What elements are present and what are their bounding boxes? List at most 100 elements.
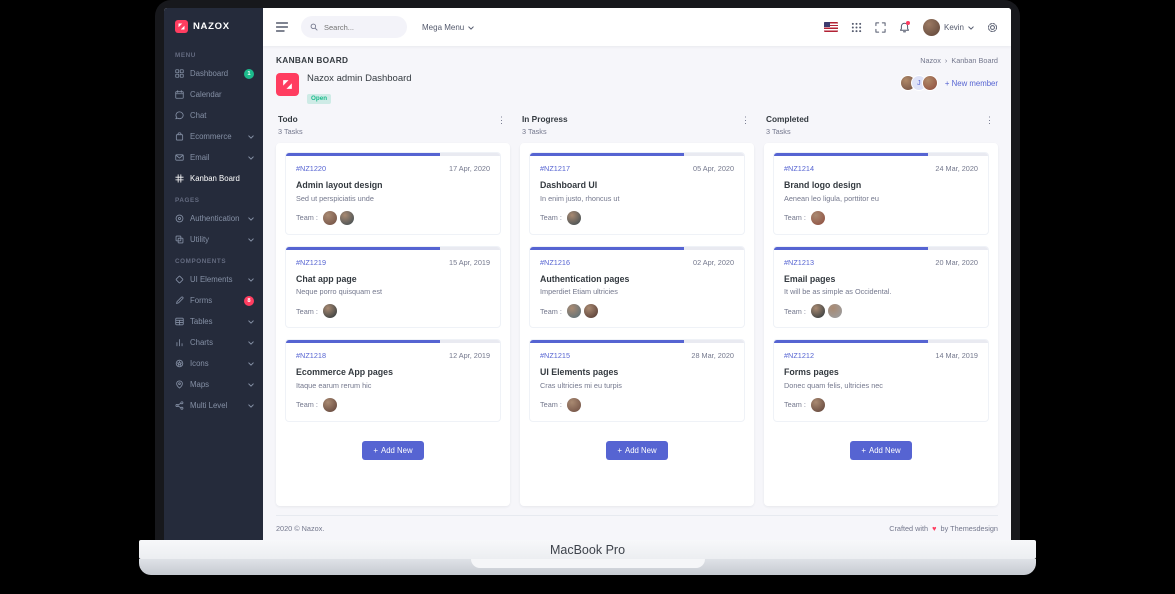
task-description: In enim justo, rhoncus ut bbox=[540, 193, 620, 203]
avatar bbox=[566, 304, 581, 318]
task-team-label: Team : bbox=[784, 400, 806, 409]
sidebar-item-forms[interactable]: Forms 8 bbox=[164, 290, 263, 311]
app-logo[interactable]: NAZOX bbox=[164, 8, 263, 44]
app-window: NAZOX MENU Dashboard 1 Calendar Chat Ecommerc… bbox=[164, 8, 1011, 540]
add-new-label: Add New bbox=[625, 445, 657, 455]
sidebar-item-charts[interactable]: Charts bbox=[164, 332, 263, 353]
sidebar-item-ecommerce[interactable]: Ecommerce bbox=[164, 126, 263, 147]
sidebar-item-label: Maps bbox=[190, 380, 210, 389]
task-date: 12 Apr, 2019 bbox=[449, 351, 490, 360]
task-id-link[interactable]: #NZ1216 bbox=[540, 258, 570, 267]
sidebar-section-label: MENU bbox=[175, 52, 196, 59]
sidebar-item-multi-level[interactable]: Multi Level bbox=[164, 395, 263, 416]
avatar bbox=[583, 304, 598, 318]
project-info: Nazox admin Dashboard Open bbox=[276, 73, 412, 105]
sidebar-item-calendar[interactable]: Calendar bbox=[164, 84, 263, 105]
chevron-down-icon bbox=[248, 277, 254, 282]
task-team-avatars bbox=[810, 304, 842, 318]
sidebar-item-icons[interactable]: Icons bbox=[164, 353, 263, 374]
page-head: KANBAN BOARD Nazox › Kanban Board bbox=[276, 55, 998, 65]
task-card[interactable]: #NZ1213 20 Mar, 2020 Email pages It will be… bbox=[773, 245, 989, 328]
footer-copyright: 2020 © Nazox. bbox=[276, 523, 325, 533]
task-id-link[interactable]: #NZ1217 bbox=[540, 164, 570, 173]
task-card[interactable]: #NZ1214 24 Mar, 2020 Brand logo design Aene… bbox=[773, 152, 989, 235]
add-new-button[interactable]: + Add New bbox=[362, 440, 424, 460]
avatar bbox=[566, 210, 581, 225]
add-new-button[interactable]: + Add New bbox=[606, 440, 668, 460]
column-name: Completed bbox=[766, 114, 809, 124]
chevron-down-icon bbox=[248, 319, 254, 324]
kanban-column-panel: #NZ1220 17 Apr, 2020 Admin layout design Se… bbox=[276, 143, 510, 506]
task-card-body: #NZ1220 17 Apr, 2020 Admin layout design Se… bbox=[286, 156, 500, 234]
task-card-meta: #NZ1212 14 Mar, 2019 bbox=[784, 351, 978, 360]
task-card[interactable]: #NZ1219 15 Apr, 2019 Chat app page Neque po… bbox=[285, 245, 501, 328]
plus-icon: + bbox=[617, 445, 623, 455]
task-id-link[interactable]: #NZ1212 bbox=[784, 351, 814, 360]
apps-grid-icon[interactable] bbox=[851, 22, 862, 33]
sidebar-item-ui-elements[interactable]: UI Elements bbox=[164, 269, 263, 290]
column-name: In Progress bbox=[522, 114, 568, 124]
task-team: Team : bbox=[784, 304, 978, 318]
task-card[interactable]: #NZ1215 28 Mar, 2020 UI Elements pages Cras… bbox=[529, 339, 745, 422]
task-card[interactable]: #NZ1220 17 Apr, 2020 Admin layout design Se… bbox=[285, 152, 501, 235]
flag-canton bbox=[823, 22, 830, 28]
sidebar-item-maps[interactable]: Maps bbox=[164, 374, 263, 395]
task-id-link[interactable]: #NZ1219 bbox=[296, 258, 326, 267]
task-date: 05 Apr, 2020 bbox=[693, 164, 734, 173]
task-card-meta: #NZ1214 24 Mar, 2020 bbox=[784, 164, 978, 173]
sidebar-item-dashboard[interactable]: Dashboard 1 bbox=[164, 63, 263, 84]
add-new-button[interactable]: + Add New bbox=[850, 440, 912, 460]
task-id-link[interactable]: #NZ1218 bbox=[296, 351, 326, 360]
column-menu-button[interactable]: ⋮ bbox=[739, 114, 752, 127]
dashboard-icon bbox=[175, 69, 184, 78]
task-id-link[interactable]: #NZ1215 bbox=[540, 351, 570, 360]
sidebar-item-label: Utility bbox=[190, 235, 210, 244]
add-new-wrap: + Add New bbox=[285, 433, 501, 462]
task-card-meta: #NZ1213 20 Mar, 2020 bbox=[784, 258, 978, 267]
search-input[interactable] bbox=[322, 21, 398, 33]
notifications-bell-icon[interactable] bbox=[899, 20, 911, 33]
sidebar-item-authentication[interactable]: Authentication bbox=[164, 208, 263, 229]
task-title: Brand logo design bbox=[784, 180, 862, 190]
fullscreen-icon[interactable] bbox=[875, 21, 886, 33]
task-id-link[interactable]: #NZ1214 bbox=[784, 164, 814, 173]
add-new-wrap: + Add New bbox=[529, 433, 745, 462]
column-menu-button[interactable]: ⋮ bbox=[495, 114, 508, 127]
avatar bbox=[810, 397, 825, 412]
breadcrumb-home[interactable]: Nazox bbox=[920, 56, 941, 65]
menu-toggle-button[interactable] bbox=[276, 22, 288, 32]
sidebar-item-utility[interactable]: Utility bbox=[164, 229, 263, 250]
user-avatar bbox=[922, 18, 940, 36]
task-id-link[interactable]: #NZ1213 bbox=[784, 258, 814, 267]
task-id-link[interactable]: #NZ1220 bbox=[296, 164, 326, 173]
kanban-column: In Progress 3 Tasks ⋮ #NZ1217 05 Apr, 2020 Da… bbox=[520, 114, 754, 506]
sidebar-item-label: Charts bbox=[190, 338, 213, 347]
ui-elements-icon bbox=[175, 275, 184, 284]
kanban-board: Todo 3 Tasks ⋮ #NZ1220 17 Apr, 2020 Admin lay… bbox=[276, 114, 998, 506]
sidebar-nav: MENU Dashboard 1 Calendar Chat Ecommerce Email… bbox=[164, 44, 263, 416]
task-card-meta: #NZ1218 12 Apr, 2019 bbox=[296, 351, 490, 360]
new-member-button[interactable]: + New member bbox=[945, 79, 998, 88]
sidebar-item-kanban-board[interactable]: Kanban Board bbox=[164, 168, 263, 189]
task-card[interactable]: #NZ1212 14 Mar, 2019 Forms pages Donec quam… bbox=[773, 339, 989, 422]
search-box bbox=[301, 16, 407, 38]
topbar-actions: Kevin bbox=[823, 18, 998, 36]
task-card[interactable]: #NZ1216 02 Apr, 2020 Authentication pages I… bbox=[529, 245, 745, 328]
user-menu[interactable]: Kevin bbox=[922, 18, 974, 36]
avatar bbox=[322, 397, 337, 412]
column-name: Todo bbox=[278, 114, 298, 124]
task-card[interactable]: #NZ1218 12 Apr, 2019 Ecommerce App pages It… bbox=[285, 339, 501, 422]
charts-icon bbox=[175, 338, 184, 347]
settings-gear-icon[interactable] bbox=[987, 22, 998, 33]
sidebar-item-label: Multi Level bbox=[190, 401, 228, 410]
breadcrumb: Nazox › Kanban Board bbox=[920, 56, 998, 65]
mega-menu-button[interactable]: Mega Menu bbox=[422, 23, 474, 32]
sidebar-item-tables[interactable]: Tables bbox=[164, 311, 263, 332]
task-card[interactable]: #NZ1217 05 Apr, 2020 Dashboard UI In enim j… bbox=[529, 152, 745, 235]
sidebar-item-email[interactable]: Email bbox=[164, 147, 263, 168]
language-us-flag-icon[interactable] bbox=[823, 22, 838, 32]
chevron-down-icon bbox=[968, 23, 974, 32]
sidebar-item-chat[interactable]: Chat bbox=[164, 105, 263, 126]
column-menu-button[interactable]: ⋮ bbox=[983, 114, 996, 127]
team-avatar-group: J bbox=[899, 75, 938, 91]
